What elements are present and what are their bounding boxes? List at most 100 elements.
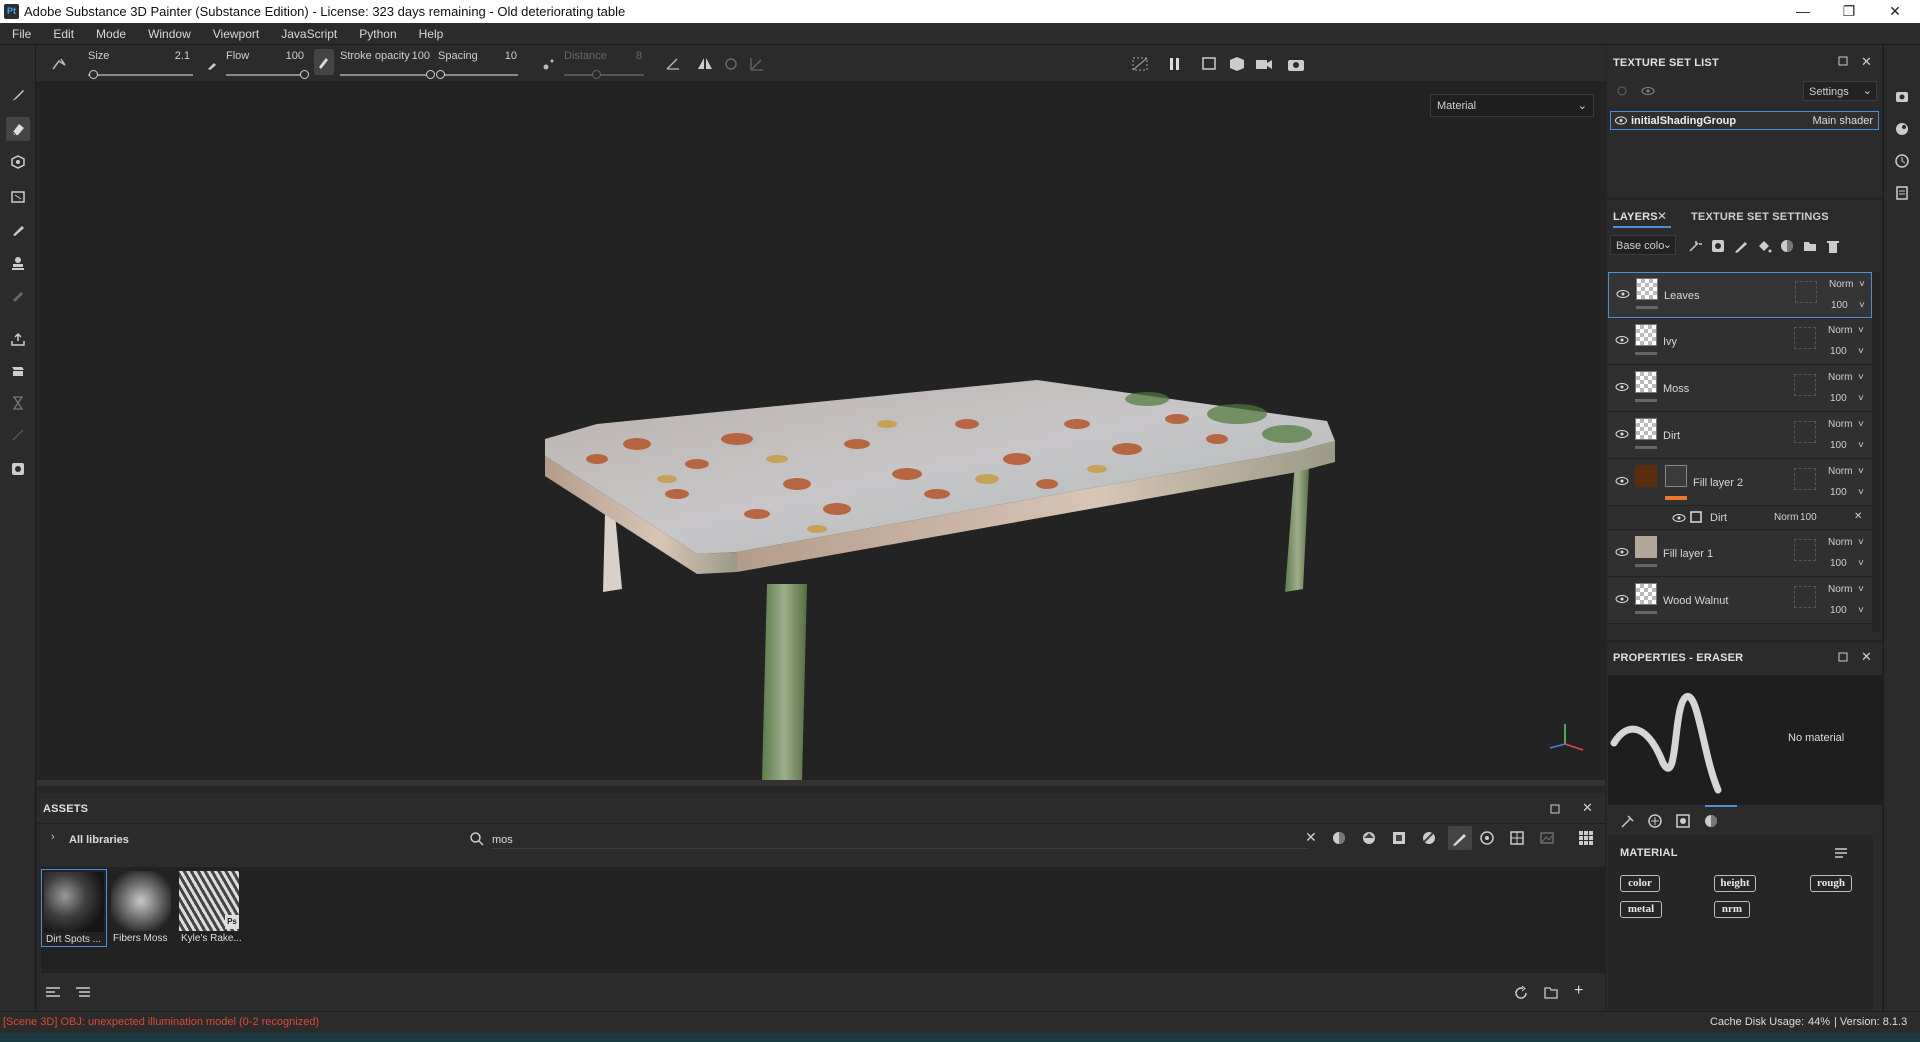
status-error-message[interactable]: [Scene 3D] OBJ: unexpected illumination … — [3, 1016, 319, 1028]
filter-brushes-icon[interactable] — [1448, 826, 1472, 850]
layer-opacity[interactable]: 100 — [1830, 558, 1847, 569]
stroke-opacity-slider[interactable] — [340, 74, 430, 76]
brush-preset-icon[interactable] — [50, 55, 70, 73]
layer-row-moss[interactable]: Moss Norm ˅ 100 ˅ — [1608, 366, 1872, 412]
view-3d-cube-icon[interactable] — [1227, 55, 1247, 73]
eye-icon[interactable] — [1615, 382, 1629, 392]
eye-icon[interactable] — [1672, 513, 1686, 523]
stencil-tab-icon[interactable] — [1675, 813, 1691, 829]
layer-opacity[interactable]: 100 — [1830, 487, 1847, 498]
search-input[interactable]: mos — [492, 827, 1308, 849]
menu-javascript[interactable]: JavaScript — [269, 23, 347, 41]
viewport-splitter[interactable] — [37, 780, 1605, 786]
lazy-mouse-icon[interactable] — [542, 57, 556, 71]
close-tab-icon[interactable]: ✕ — [1657, 209, 1667, 223]
layer-name[interactable]: Fill layer 2 — [1693, 477, 1743, 489]
layer-row-wood-walnut[interactable]: Wood Walnut Norm ˅ 100 ˅ — [1608, 578, 1872, 624]
transform-icon[interactable] — [6, 423, 30, 447]
spacing-value[interactable]: 10 — [480, 50, 517, 62]
paint-brush-icon[interactable] — [6, 83, 30, 107]
add-effect-icon[interactable] — [1687, 238, 1703, 254]
effect-row-dirt[interactable]: Dirt Norm 100 ✕ — [1608, 506, 1872, 530]
distance-value[interactable]: 8 — [606, 50, 642, 62]
eraser-icon[interactable] — [6, 117, 30, 141]
close-icon[interactable]: ✕ — [1854, 511, 1862, 522]
camera-icon[interactable] — [1254, 55, 1274, 73]
filter-materials-icon[interactable] — [1331, 830, 1347, 846]
expand-list-icon[interactable] — [75, 985, 91, 999]
mask-slot[interactable] — [1794, 421, 1816, 443]
screenshot-icon[interactable] — [1286, 55, 1306, 73]
bake-icon[interactable] — [6, 327, 30, 351]
visibility-link-icon[interactable] — [1615, 85, 1629, 97]
filter-masks-icon[interactable] — [1391, 830, 1407, 846]
layer-name[interactable]: Ivy — [1663, 336, 1677, 348]
layer-name[interactable]: Fill layer 1 — [1663, 548, 1713, 560]
blend-mode[interactable]: Norm — [1828, 419, 1852, 430]
blend-mode[interactable]: Norm — [1828, 466, 1852, 477]
channel-chip-height[interactable]: height — [1714, 875, 1756, 892]
eye-icon[interactable] — [1615, 547, 1629, 557]
log-icon[interactable] — [1890, 181, 1914, 205]
blend-mode[interactable]: Norm — [1828, 325, 1852, 336]
material-tab-icon[interactable] — [1703, 813, 1719, 829]
mask-thumbnail[interactable] — [1665, 465, 1687, 487]
blend-mode[interactable]: Norm — [1829, 279, 1853, 290]
distance-slider-knob[interactable] — [592, 70, 601, 79]
settings-dropdown[interactable]: Settings ⌄ — [1803, 81, 1877, 101]
close-panel-icon[interactable]: ✕ — [1582, 800, 1593, 816]
eye-icon[interactable] — [1641, 85, 1655, 97]
flow-value[interactable]: 100 — [266, 50, 304, 62]
collapse-list-icon[interactable] — [45, 985, 61, 999]
layer-opacity[interactable]: 100 — [1830, 393, 1847, 404]
float-panel-icon[interactable] — [1549, 803, 1561, 815]
menu-help[interactable]: Help — [407, 23, 454, 41]
smudge-icon[interactable] — [6, 218, 30, 242]
add-folder-icon[interactable] — [1802, 238, 1818, 254]
display-settings-icon[interactable] — [6, 457, 30, 481]
filter-textures-icon[interactable] — [1509, 830, 1525, 846]
size-slider-knob[interactable] — [89, 70, 99, 79]
close-panel-icon[interactable]: ✕ — [1861, 649, 1872, 665]
add-icon[interactable]: + — [1574, 982, 1583, 1000]
layer-name[interactable]: Moss — [1663, 383, 1689, 395]
clone-stamp-icon[interactable] — [6, 251, 30, 275]
eye-icon[interactable] — [1615, 115, 1627, 126]
brush-tab-icon[interactable] — [1619, 813, 1635, 829]
hide-ui-icon[interactable] — [1131, 55, 1149, 73]
effect-name[interactable]: Dirt — [1710, 512, 1727, 524]
layer-row-leaves[interactable]: Leaves Norm ˅ 100 ˅ — [1608, 272, 1872, 318]
projection-icon[interactable] — [6, 150, 30, 174]
layer-row-ivy[interactable]: Ivy Norm ˅ 100 ˅ — [1608, 319, 1872, 365]
mask-slot[interactable] — [1794, 468, 1816, 490]
new-folder-icon[interactable] — [1543, 985, 1559, 1001]
stroke-opacity-value[interactable]: 100 — [390, 50, 430, 62]
mask-slot[interactable] — [1794, 327, 1816, 349]
blend-mode[interactable]: Norm — [1828, 537, 1852, 548]
display-settings-icon[interactable] — [1890, 85, 1914, 109]
pen-pressure-icon[interactable] — [206, 59, 218, 71]
effect-opacity[interactable]: 100 — [1800, 512, 1817, 523]
minimize-button[interactable]: — — [1780, 0, 1826, 23]
filter-generators-icon[interactable] — [1421, 830, 1437, 846]
tab-layers[interactable]: LAYERS — [1613, 211, 1658, 223]
channel-chip-nrm[interactable]: nrm — [1714, 901, 1750, 918]
add-paint-layer-icon[interactable] — [1733, 238, 1749, 254]
transform-gizmo-icon[interactable] — [748, 55, 766, 73]
size-slider[interactable] — [88, 74, 193, 76]
symmetry-icon[interactable] — [696, 55, 714, 73]
add-smart-material-icon[interactable] — [1779, 238, 1795, 254]
blend-mode[interactable]: Norm — [1828, 372, 1852, 383]
chevron-right-icon[interactable]: › — [51, 831, 55, 843]
close-panel-icon[interactable]: ✕ — [1861, 54, 1872, 70]
maximize-button[interactable]: ❐ — [1826, 0, 1872, 23]
layer-row-fill-layer-2[interactable]: Fill layer 2 Norm ˅ 100 ˅ — [1608, 460, 1872, 506]
eye-icon[interactable] — [1615, 335, 1629, 345]
layer-name[interactable]: Dirt — [1663, 430, 1680, 442]
float-panel-icon[interactable] — [1837, 55, 1849, 67]
texture-set-shader[interactable]: Main shader — [1812, 115, 1873, 127]
menu-viewport[interactable]: Viewport — [201, 23, 269, 41]
menu-file[interactable]: File — [0, 23, 41, 41]
menu-mode[interactable]: Mode — [84, 23, 136, 41]
eye-icon[interactable] — [1615, 429, 1629, 439]
